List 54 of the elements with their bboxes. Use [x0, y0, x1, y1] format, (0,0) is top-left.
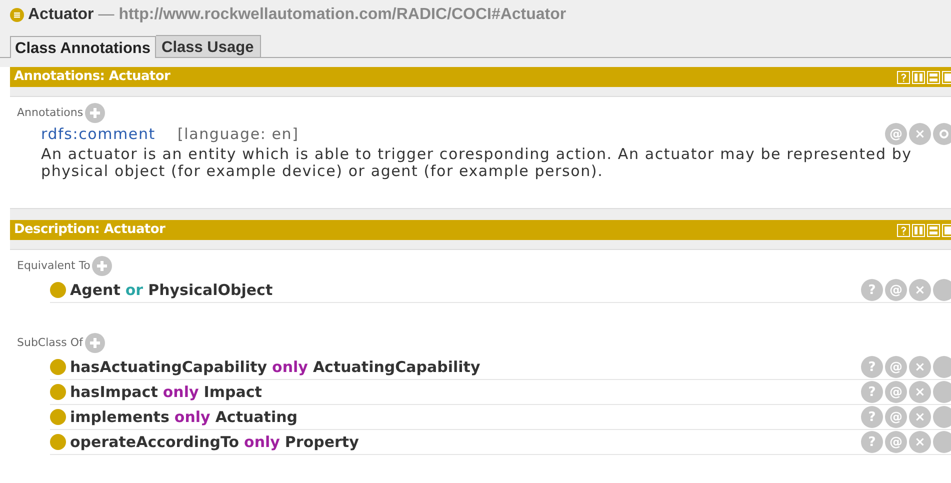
panel-title: Description: Actuator — [14, 221, 166, 240]
add-expression-icon[interactable] — [92, 256, 112, 276]
split-columns-icon[interactable] — [912, 70, 925, 84]
action-button[interactable]: × — [909, 279, 931, 301]
action-button[interactable]: @ — [885, 123, 907, 146]
class-expression[interactable]: hasActuatingCapability only ActuatingCapability — [70, 356, 480, 378]
annotation-text: An actuator is an entity which is able to trigger coresponding action. An actuator may be represented by physical object (for example device) or agent (for example person). — [41, 146, 913, 180]
annotation-language: [language: en] — [177, 124, 299, 145]
class-expression[interactable]: operateAccordingTo only Property — [70, 430, 359, 454]
action-button[interactable]: ? — [861, 356, 883, 378]
action-button[interactable]: × — [909, 356, 931, 378]
entity-title: Actuator — http://www.rockwellautomation.com/RADIC/COCI#Actuator — [28, 5, 566, 25]
section-label: Equivalent To — [17, 258, 90, 274]
circle-button-icon[interactable] — [933, 356, 951, 378]
tab[interactable]: Class Usage — [156, 35, 261, 57]
help-icon[interactable] — [897, 70, 910, 84]
class-dot-icon — [50, 359, 66, 375]
action-button[interactable]: @ — [885, 356, 907, 378]
circle-button-icon[interactable] — [933, 431, 951, 453]
help-icon[interactable] — [897, 224, 910, 236]
panel-title: Annotations: Actuator — [14, 68, 170, 86]
section-label: SubClass Of — [17, 334, 83, 351]
class-dot-icon — [50, 384, 66, 400]
action-button[interactable]: × — [909, 381, 931, 403]
action-button[interactable]: @ — [885, 406, 907, 428]
class-expression[interactable]: hasImpact only Impact — [70, 380, 262, 404]
action-button[interactable]: @ — [885, 279, 907, 301]
edit-button-icon[interactable] — [933, 123, 951, 146]
circle-button-icon[interactable] — [933, 279, 951, 301]
split-rows-icon[interactable] — [927, 70, 940, 84]
action-button[interactable]: ? — [861, 381, 883, 403]
class-menu-icon — [10, 8, 24, 22]
action-button[interactable]: @ — [885, 381, 907, 403]
tab[interactable]: Class Annotations — [10, 36, 156, 58]
add-annotation-icon[interactable] — [85, 103, 106, 123]
split-columns-icon[interactable] — [912, 224, 925, 236]
action-button[interactable]: × — [909, 431, 931, 453]
class-dot-icon — [50, 282, 66, 298]
section-label: Annotations — [17, 104, 84, 121]
split-rows-icon[interactable] — [927, 224, 940, 236]
action-button[interactable]: × — [909, 406, 931, 428]
class-expression[interactable]: implements only Actuating — [70, 406, 298, 428]
add-expression-icon[interactable] — [84, 333, 105, 353]
action-button[interactable]: ? — [861, 406, 883, 428]
class-dot-icon — [50, 409, 66, 425]
class-expression[interactable]: Agent or PhysicalObject — [70, 278, 273, 302]
circle-button-icon[interactable] — [933, 381, 951, 403]
action-button[interactable]: ? — [861, 431, 883, 453]
class-dot-icon — [50, 434, 66, 450]
action-button[interactable]: @ — [885, 431, 907, 453]
action-button[interactable]: ? — [861, 279, 883, 301]
annotation-property[interactable]: rdfs:comment — [41, 123, 156, 146]
action-button[interactable]: × — [909, 123, 931, 146]
circle-button-icon[interactable] — [933, 406, 951, 428]
